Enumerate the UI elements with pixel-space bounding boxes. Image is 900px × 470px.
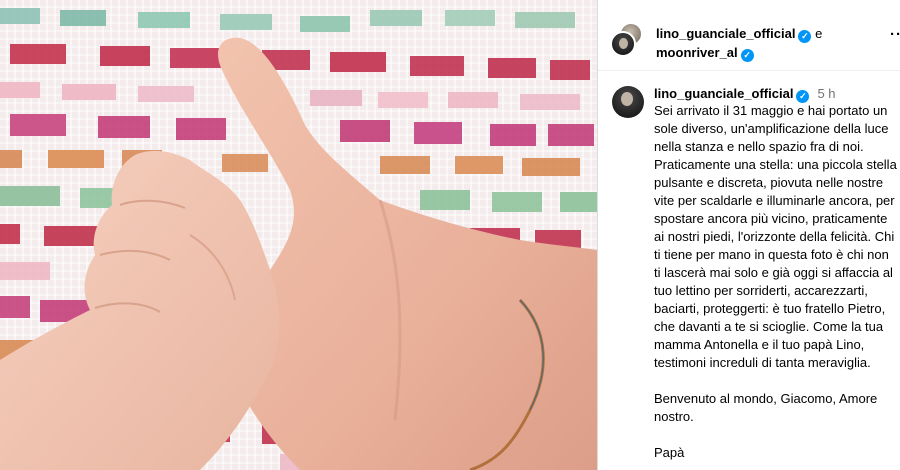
author-conjunction: e (815, 26, 823, 41)
author-link-1[interactable]: lino_guanciale_official (656, 26, 795, 41)
caption-username[interactable]: lino_guanciale_official (654, 86, 793, 101)
avatar-lino[interactable] (610, 31, 636, 57)
post-caption: lino_guanciale_official ✓ 5 h Sei arrivato… (598, 72, 900, 470)
post-timestamp[interactable]: 5 h (817, 86, 835, 101)
author-link-2[interactable]: moonriver_al (656, 45, 738, 60)
collab-avatars[interactable] (610, 22, 644, 57)
photo-illustration (0, 8, 597, 470)
verified-badge-icon: ✓ (740, 49, 754, 62)
caption-text: Sei arrivato il 31 maggio e hai portato … (654, 103, 897, 460)
verified-badge-icon: ✓ (798, 30, 812, 43)
collab-authors: lino_guanciale_official ✓ e moonriver_al ✓ (656, 24, 822, 62)
caption-author-line: lino_guanciale_official ✓ 5 h (654, 84, 836, 103)
post-photo (0, 0, 597, 470)
caption-avatar[interactable] (612, 86, 644, 118)
post-header: lino_guanciale_official ✓ e moonriver_al ✓… (598, 0, 900, 71)
more-options-icon[interactable]: ··· (890, 26, 900, 43)
